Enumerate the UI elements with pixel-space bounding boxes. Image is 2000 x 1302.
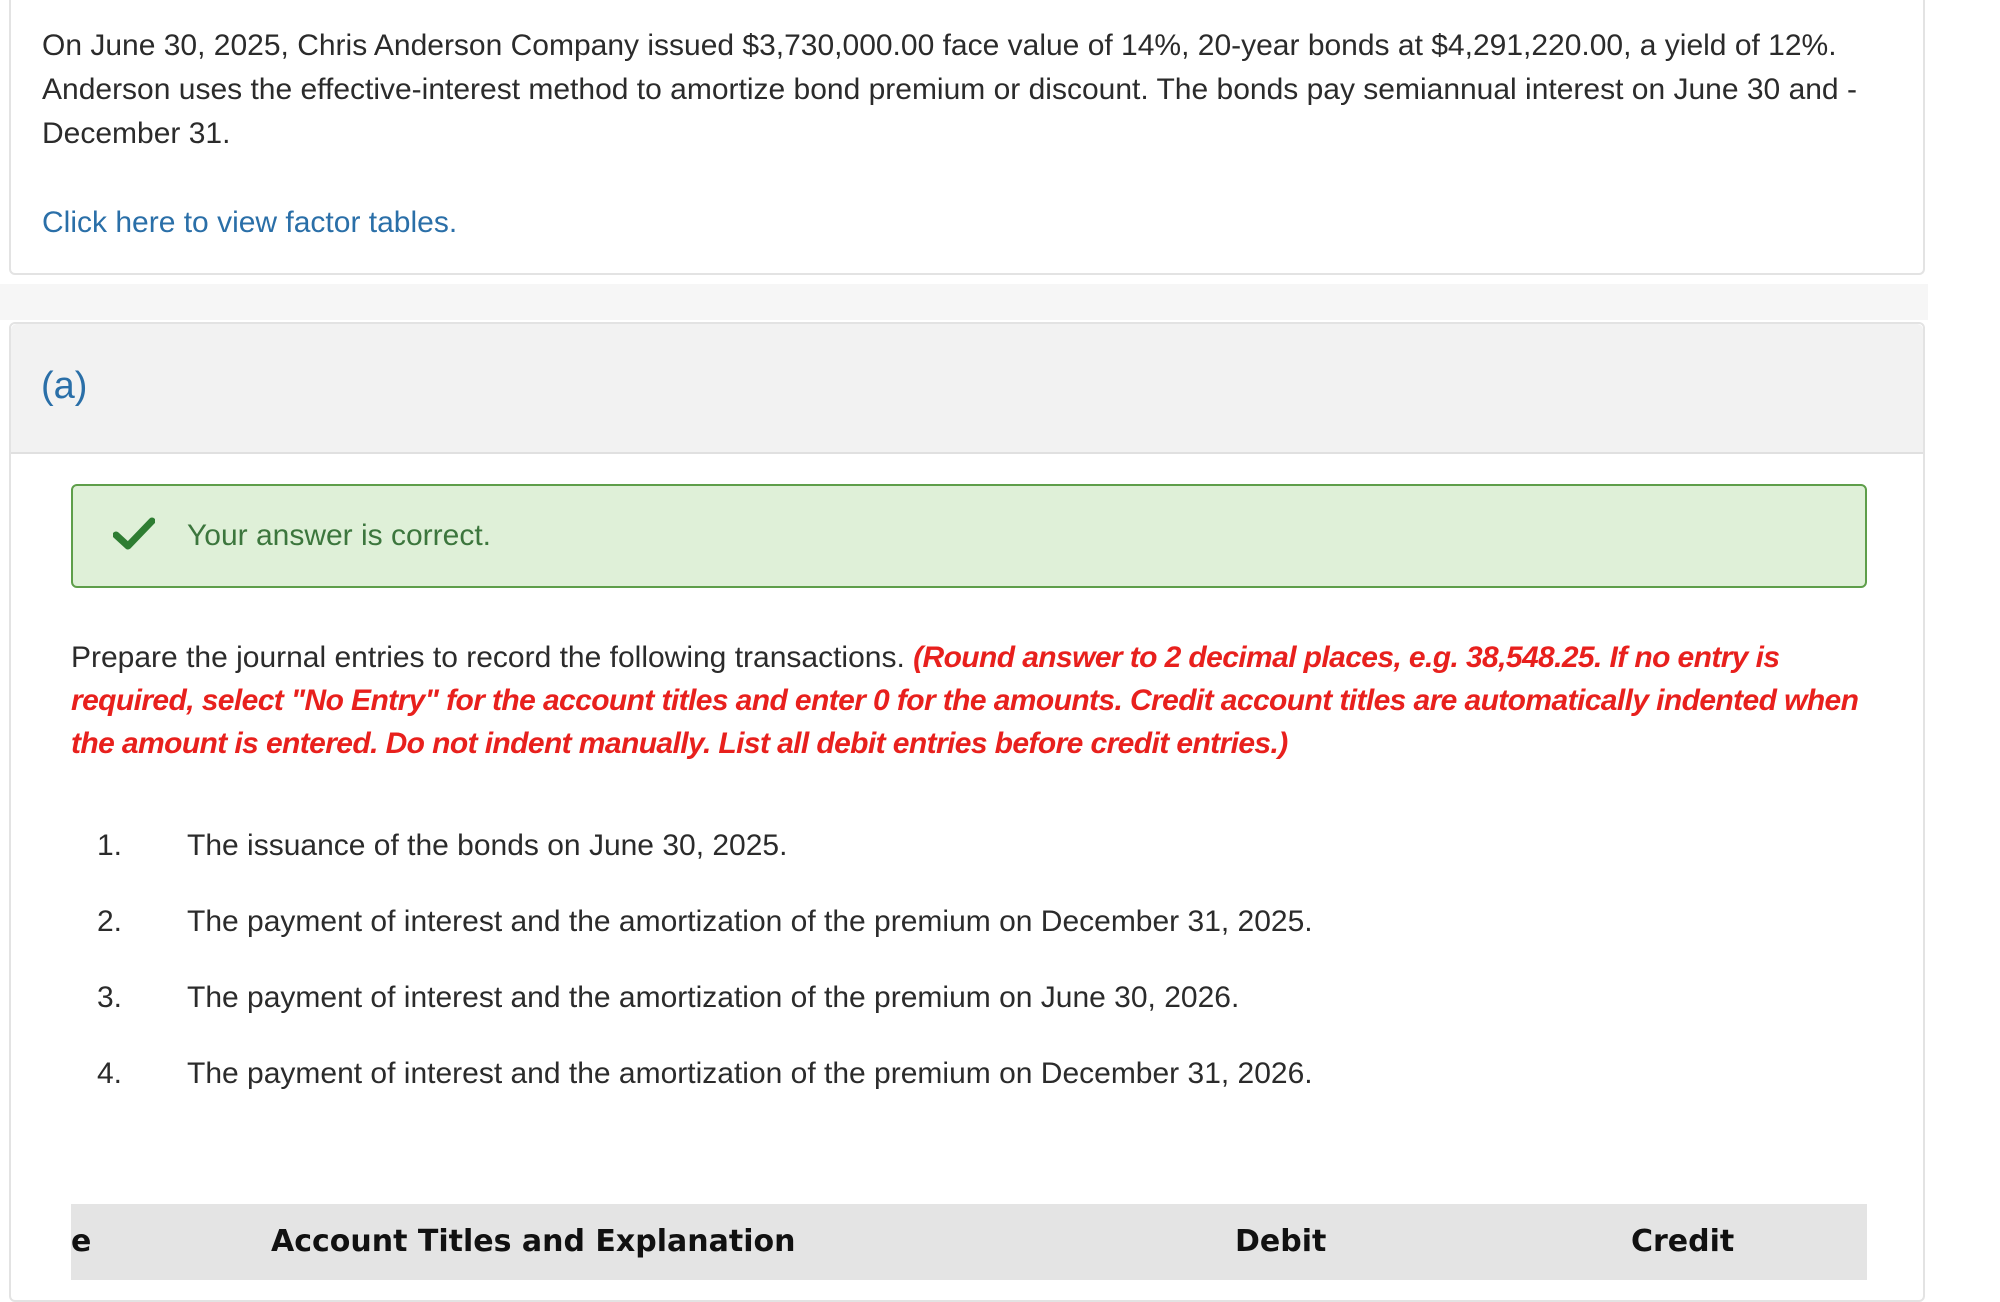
feedback-banner: Your answer is correct. (71, 484, 1867, 588)
task-number: 3. (97, 981, 123, 1014)
feedback-text: Your answer is correct. (187, 519, 492, 552)
task-item: 2. The payment of interest and the amort… (71, 900, 1871, 976)
task-text: The payment of interest and the amortiza… (187, 1057, 1313, 1090)
task-number: 1. (97, 829, 123, 862)
task-item: 3. The payment of interest and the amort… (71, 976, 1871, 1052)
task-item: 1. The issuance of the bonds on June 30,… (71, 824, 1871, 900)
task-list: 1. The issuance of the bonds on June 30,… (71, 824, 1871, 1128)
column-header-credit: Credit (1631, 1224, 1735, 1259)
task-text: The issuance of the bonds on June 30, 20… (187, 829, 788, 862)
journal-table-header: e Account Titles and Explanation Debit C… (71, 1204, 1867, 1280)
column-header-date: e (71, 1224, 92, 1259)
task-item: 4. The payment of interest and the amort… (71, 1052, 1871, 1128)
task-text: The payment of interest and the amortiza… (187, 905, 1313, 938)
task-text: The payment of interest and the amortiza… (187, 981, 1240, 1014)
part-a-header: (a) (11, 324, 1923, 454)
part-a-card: (a) Your answer is correct. Prepare the … (9, 322, 1925, 1302)
instructions-text: Prepare the journal entries to record th… (71, 641, 914, 674)
instructions: Prepare the journal entries to record th… (71, 636, 1871, 765)
section-gap (0, 284, 1930, 320)
check-icon (113, 517, 155, 550)
problem-card: On June 30, 2025, Chris Anderson Company… (9, 0, 1925, 275)
column-header-debit: Debit (1235, 1224, 1327, 1259)
task-number: 2. (97, 905, 123, 938)
task-number: 4. (97, 1057, 123, 1090)
page-right-margin (1928, 0, 2000, 1286)
factor-tables-link[interactable]: Click here to view factor tables. (42, 201, 457, 245)
column-header-account-titles: Account Titles and Explanation (271, 1224, 796, 1259)
part-a-label: (a) (41, 365, 88, 407)
problem-statement: On June 30, 2025, Chris Anderson Company… (42, 29, 1857, 150)
